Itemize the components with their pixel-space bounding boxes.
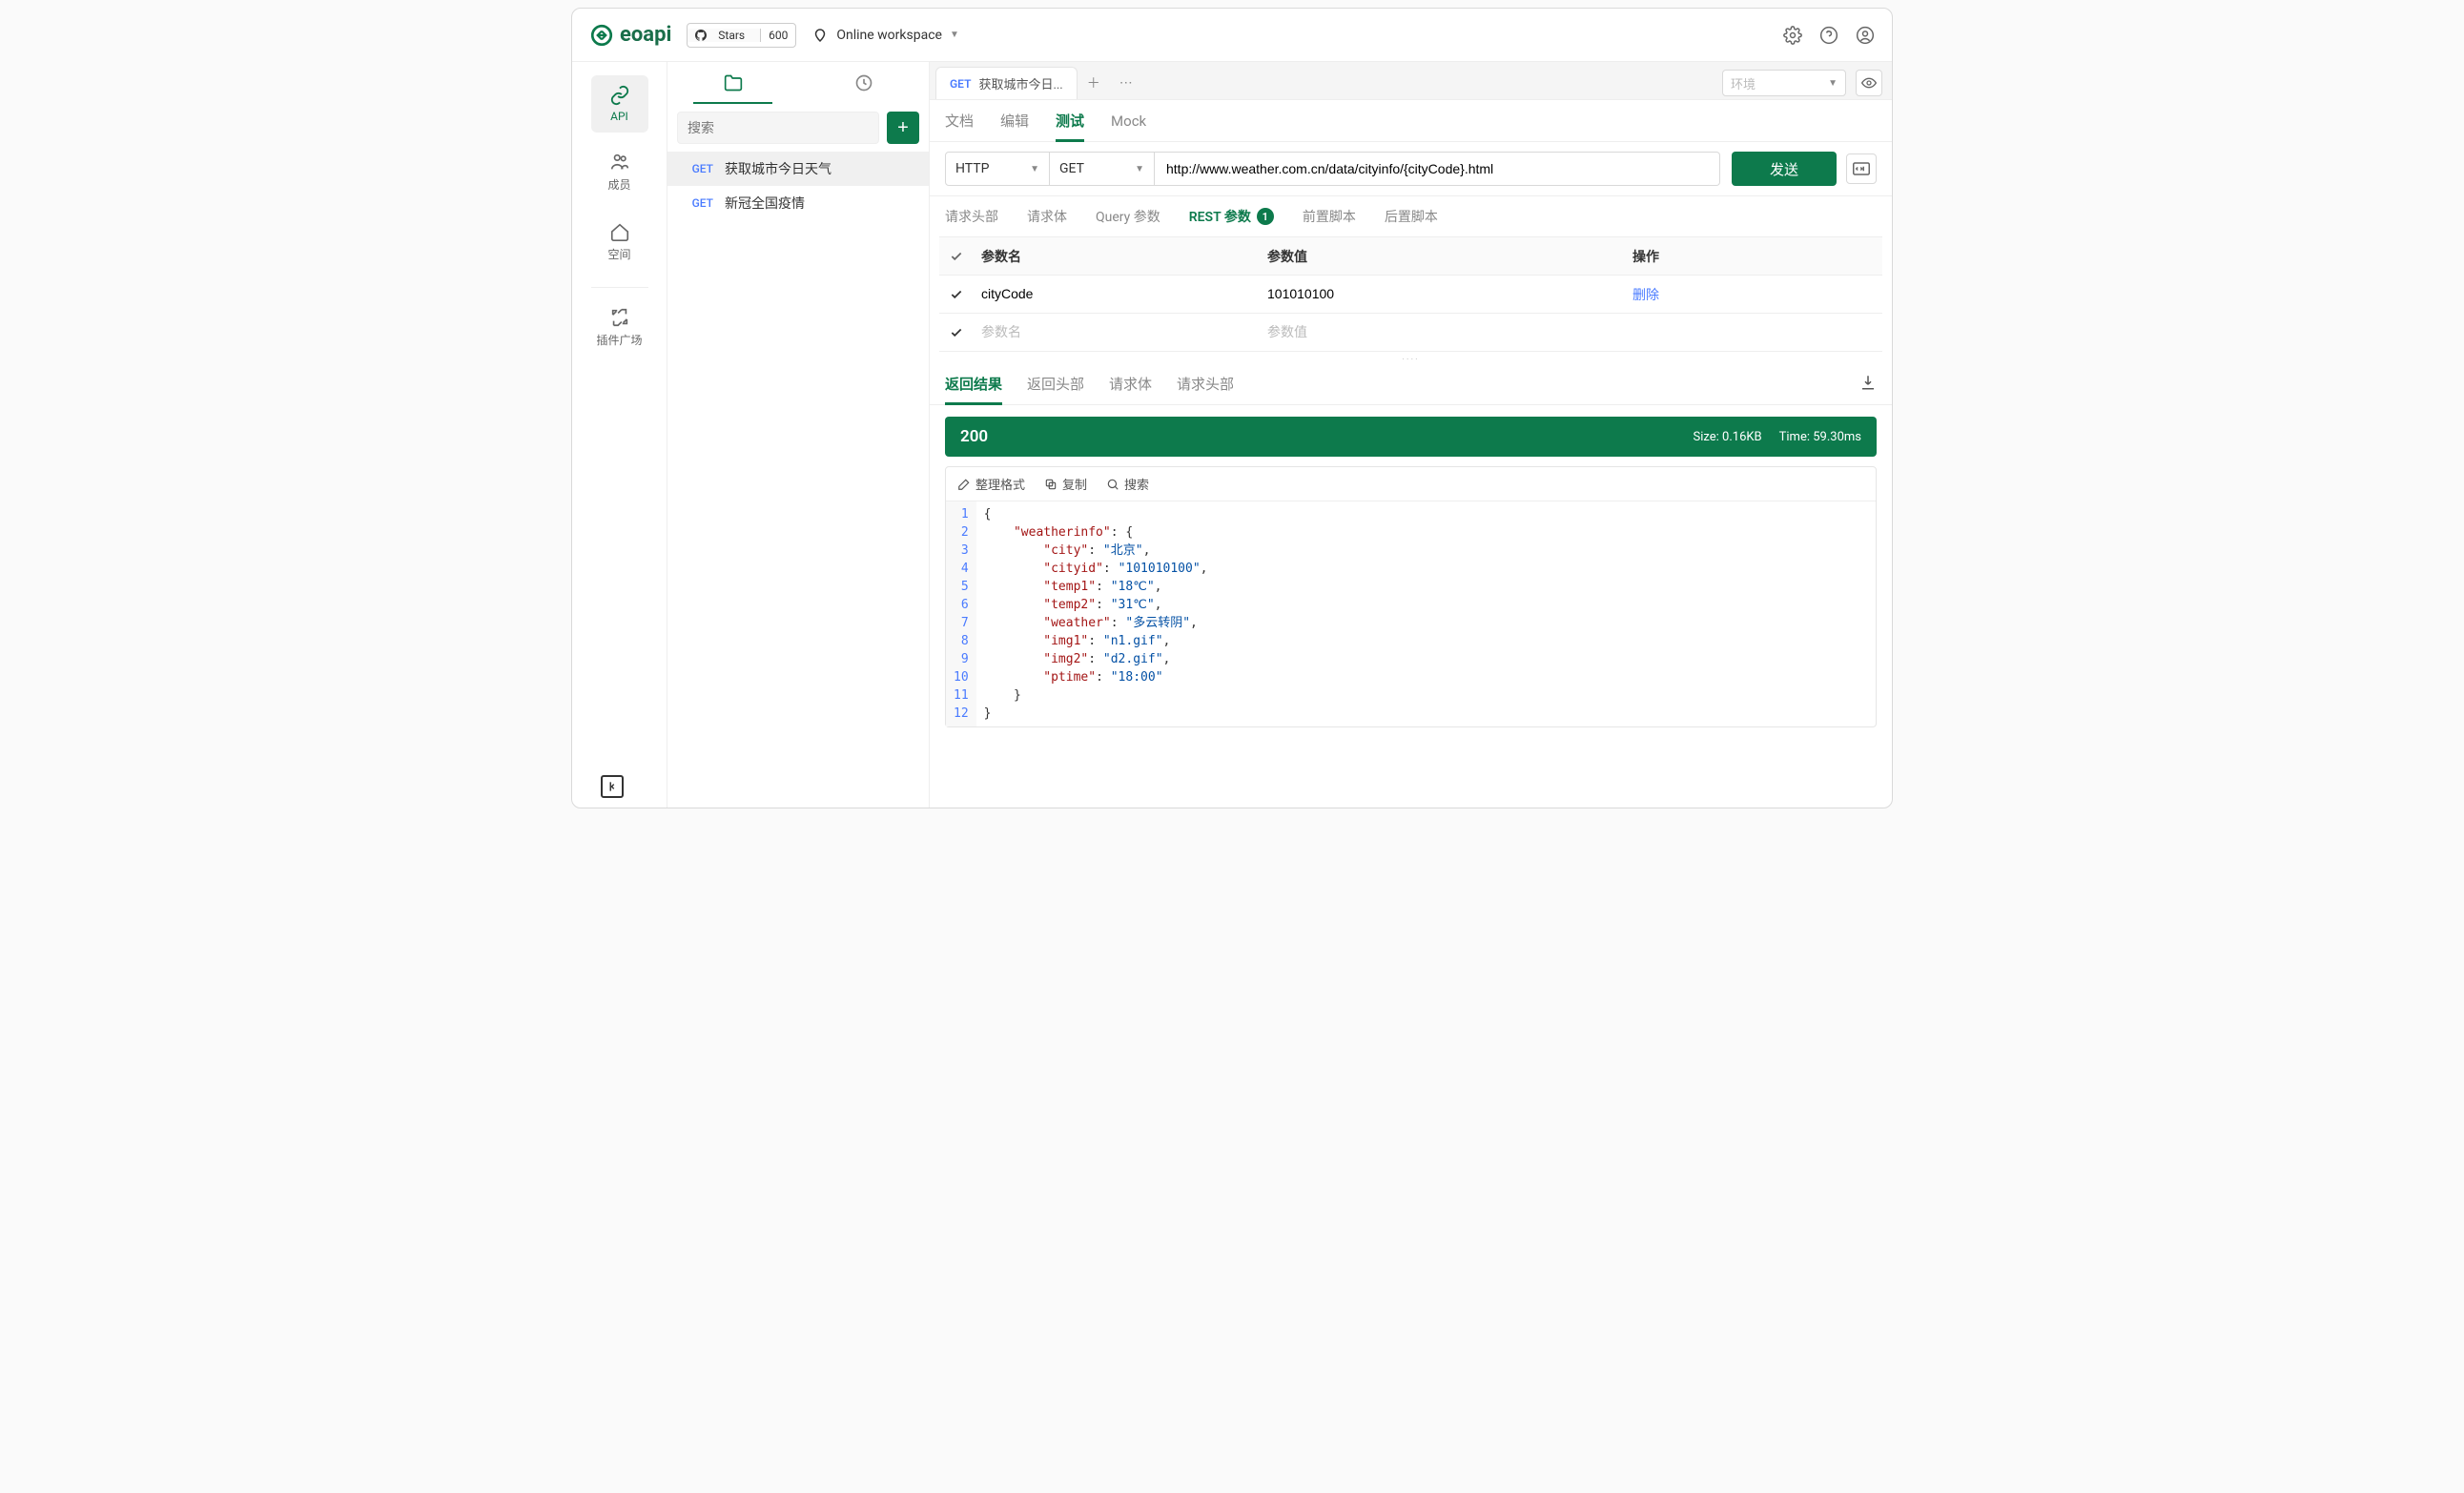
user-icon[interactable] [1856,26,1875,45]
search-code-button[interactable]: 搜索 [1106,475,1149,493]
subtab-mock[interactable]: Mock [1111,100,1146,141]
delete-param-link[interactable]: 删除 [1632,288,1659,303]
subtab-edit[interactable]: 编辑 [1000,100,1029,141]
param-tabs: 请求头部 请求体 Query 参数 REST 参数1 前置脚本 后置脚本 [930,196,1892,236]
paramtab-pre[interactable]: 前置脚本 [1303,196,1356,236]
sidebar-tab-history[interactable] [798,62,929,104]
param-row: 删除 [939,276,1882,314]
response-body: 整理格式 复制 搜索 123456789101112 { "weatherinf… [945,466,1877,727]
code-icon [1853,162,1870,175]
param-value-input[interactable] [1267,286,1625,301]
rail-item-member[interactable]: 成员 [591,142,648,202]
environment-selector[interactable]: 环境▼ [1722,70,1846,96]
status-code: 200 [960,427,988,446]
method-selector[interactable]: GET▼ [1050,152,1155,186]
check-icon[interactable] [950,288,963,301]
eye-icon [1861,75,1877,91]
download-button[interactable] [1859,374,1877,395]
paramtab-body[interactable]: 请求体 [1027,196,1067,236]
collapse-icon [606,780,619,793]
param-table: 参数名 参数值 操作 删除 [939,236,1882,352]
check-icon[interactable] [950,250,963,263]
history-icon [854,73,873,92]
protocol-selector[interactable]: HTTP▼ [945,152,1050,186]
editor-tab-active[interactable]: GET 获取城市今日... [935,67,1078,99]
subtab-doc[interactable]: 文档 [945,100,974,141]
paramtab-query[interactable]: Query 参数 [1096,196,1160,236]
splitter-handle[interactable]: .... [930,352,1892,363]
download-icon [1859,374,1877,391]
paramtab-header[interactable]: 请求头部 [945,196,998,236]
status-bar: 200 Size: 0.16KB Time: 59.30ms [945,417,1877,457]
api-list-item[interactable]: GET 新冠全国疫情 [667,186,929,220]
send-button[interactable]: 发送 [1732,152,1837,186]
editor-tabbar: GET 获取城市今日... ＋ ⋯ 环境▼ [930,62,1892,100]
response-tabs: 返回结果 返回头部 请求体 请求头部 [930,363,1892,405]
topbar: eoapi Stars 600 Online workspace ▼ [572,9,1892,62]
param-name-input[interactable] [981,286,1260,301]
rail-item-space[interactable]: 空间 [591,212,648,272]
format-button[interactable]: 整理格式 [957,475,1025,493]
add-api-button[interactable]: + [887,112,919,144]
restab-header[interactable]: 返回头部 [1027,363,1084,404]
brand-logo: eoapi [589,23,671,48]
search-icon [1106,478,1119,491]
settings-icon[interactable] [1783,26,1802,45]
doc-subtabs: 文档 编辑 测试 Mock [930,100,1892,142]
api-list-item[interactable]: GET 获取城市今日天气 [667,152,929,186]
wand-icon [957,478,971,491]
status-time: Time: 59.30ms [1779,430,1861,444]
subtab-test[interactable]: 测试 [1056,100,1084,141]
workspace-selector[interactable]: Online workspace ▼ [811,27,959,44]
status-size: Size: 0.16KB [1694,430,1762,444]
url-input[interactable] [1155,152,1720,186]
paramtab-post[interactable]: 后置脚本 [1385,196,1438,236]
check-icon[interactable] [950,326,963,339]
restab-result[interactable]: 返回结果 [945,363,1002,404]
rail-item-plugin[interactable]: 插件广场 [591,297,648,358]
sidebar-tab-files[interactable] [667,62,798,104]
param-table-header: 参数名 参数值 操作 [939,237,1882,276]
paramtab-rest[interactable]: REST 参数1 [1189,196,1274,236]
request-row: HTTP▼ GET▼ 发送 [930,142,1892,196]
copy-button[interactable]: 复制 [1044,475,1087,493]
param-value-input[interactable] [1267,324,1625,339]
help-icon[interactable] [1819,26,1838,45]
api-sidebar: + GET 获取城市今日天气 GET 新冠全国疫情 [667,62,930,808]
new-tab-button[interactable]: ＋ [1078,67,1110,99]
param-row-empty [939,314,1882,352]
main-area: GET 获取城市今日... ＋ ⋯ 环境▼ 文档 编辑 测试 [930,62,1892,808]
param-name-input[interactable] [981,324,1260,339]
copy-icon [1044,478,1057,491]
restab-reqheader[interactable]: 请求头部 [1177,363,1234,404]
inspect-button[interactable] [1846,153,1877,184]
code-viewer[interactable]: 123456789101112 { "weatherinfo": { "city… [946,501,1876,726]
restab-reqbody[interactable]: 请求体 [1109,363,1152,404]
tab-menu-button[interactable]: ⋯ [1110,67,1142,99]
rail-item-api[interactable]: API [591,75,648,133]
preview-button[interactable] [1856,70,1882,96]
sidebar-search-input[interactable] [677,112,879,144]
github-stars-badge[interactable]: Stars 600 [687,23,796,48]
collapse-sidebar-button[interactable] [601,775,624,798]
nav-rail: API 成员 空间 插件广场 [572,62,667,808]
folder-icon [724,73,743,92]
